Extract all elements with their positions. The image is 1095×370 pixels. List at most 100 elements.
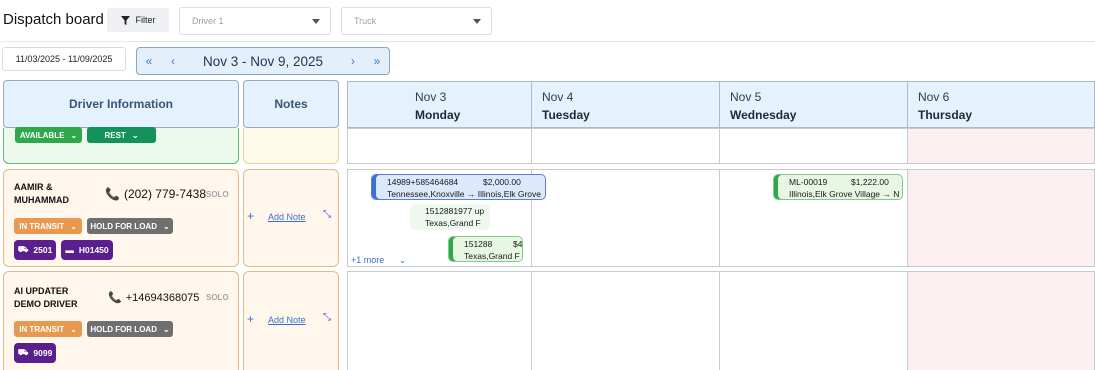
load-id: 151288 bbox=[464, 239, 493, 249]
date-range-input[interactable]: 11/03/2025 - 11/09/2025 bbox=[2, 47, 126, 71]
more-loads-label: +1 more bbox=[351, 255, 385, 265]
day-weekday: Wednesday bbox=[730, 108, 797, 122]
load-route: Illinois,Elk Grove Village → N bbox=[789, 189, 900, 199]
trailer-icon: ▬ bbox=[65, 245, 74, 255]
day-header: Nov 3 Monday bbox=[347, 81, 532, 128]
week-label: Nov 3 - Nov 9, 2025 bbox=[202, 53, 324, 69]
status-label: REST bbox=[104, 130, 126, 140]
status-label: HOLD FOR LOAD bbox=[90, 221, 157, 231]
day-header: Nov 5 Wednesday bbox=[719, 81, 908, 128]
chevron-down-icon bbox=[312, 18, 320, 24]
status-in-transit[interactable]: IN TRANSIT ⌄ bbox=[14, 218, 82, 234]
plus-icon[interactable]: + bbox=[247, 209, 254, 223]
schedule-cell[interactable] bbox=[347, 128, 532, 164]
driver-name: AAMIR & MUHAMMAD bbox=[14, 182, 69, 205]
status-label: HOLD FOR LOAD bbox=[90, 324, 157, 334]
truck-select[interactable]: Truck bbox=[341, 7, 492, 35]
load-amount: $4 bbox=[513, 239, 523, 249]
expand-icon[interactable]: ⤡ bbox=[323, 312, 331, 323]
day-date: Nov 3 bbox=[415, 90, 447, 104]
load-route: Texas,Grand F bbox=[464, 251, 520, 261]
week-navigator: « ‹ Nov 3 - Nov 9, 2025 › » bbox=[136, 47, 390, 75]
chevron-down-icon: ⌄ bbox=[162, 221, 170, 231]
status-hold-for-load[interactable]: HOLD FOR LOAD ⌄ bbox=[87, 218, 173, 234]
load-card[interactable]: 14989+585464684 $2,000.00 Tennessee,Knoxv… bbox=[371, 174, 546, 200]
status-hold-for-load[interactable]: HOLD FOR LOAD ⌄ bbox=[87, 321, 173, 337]
day-weekday: Monday bbox=[415, 108, 461, 122]
load-id: 14989+585464684 bbox=[387, 177, 459, 187]
chevron-down-icon: ⌄ bbox=[162, 324, 170, 334]
load-id: ML-00019 bbox=[789, 177, 828, 187]
chevron-down-icon: ⌄ bbox=[70, 221, 77, 231]
schedule-cell[interactable] bbox=[907, 169, 1095, 267]
driver-name: AI UPDATER DEMO DRIVER bbox=[14, 286, 78, 309]
trailer-number: H01450 bbox=[78, 245, 109, 255]
load-card[interactable]: 1512881977 up Texas,Grand F bbox=[410, 204, 490, 230]
phone-icon: 📞 bbox=[105, 187, 120, 201]
schedule-cell[interactable] bbox=[347, 271, 532, 370]
next-week-button[interactable]: › bbox=[341, 54, 365, 68]
schedule-cell[interactable] bbox=[531, 271, 720, 370]
truck-icon: ⛟ bbox=[17, 347, 29, 357]
load-amount: $1,222.00 bbox=[851, 177, 889, 187]
driver-phone[interactable]: 📞 (202) 779-7438 bbox=[105, 187, 206, 201]
status-label: IN TRANSIT bbox=[19, 221, 65, 231]
schedule-cell[interactable] bbox=[531, 169, 720, 267]
load-card[interactable]: 151288 $4 Texas,Grand F bbox=[448, 236, 523, 262]
chevron-down-icon: ⌄ bbox=[398, 255, 407, 265]
chevron-down-icon: ⌄ bbox=[70, 130, 78, 140]
add-note-link[interactable]: Add Note bbox=[268, 315, 306, 325]
day-weekday: Tuesday bbox=[542, 108, 590, 122]
driver-info-header: Driver Information bbox=[3, 80, 239, 128]
schedule-cell[interactable] bbox=[719, 128, 908, 164]
notes-header: Notes bbox=[243, 80, 339, 128]
phone-number: +14694368075 bbox=[125, 291, 200, 304]
phone-icon: 📞 bbox=[108, 292, 122, 304]
notes-cell bbox=[243, 128, 339, 164]
last-week-button[interactable]: » bbox=[365, 54, 389, 68]
status-in-transit[interactable]: IN TRANSIT ⌄ bbox=[14, 321, 82, 337]
chevron-down-icon: ⌄ bbox=[131, 130, 139, 140]
trailer-badge[interactable]: ▬ H01450 bbox=[61, 240, 113, 260]
day-header: Nov 4 Tuesday bbox=[531, 81, 720, 128]
schedule-cell[interactable] bbox=[907, 271, 1095, 370]
driver-type: SOLO bbox=[206, 190, 229, 199]
status-rest[interactable]: REST ⌄ bbox=[87, 127, 156, 143]
load-id: 1512881977 up bbox=[425, 206, 485, 216]
schedule-cell[interactable] bbox=[719, 271, 908, 370]
status-label: AVAILABLE bbox=[19, 130, 65, 140]
status-label: IN TRANSIT bbox=[19, 324, 65, 334]
prev-week-button[interactable]: ‹ bbox=[161, 54, 185, 68]
chevron-down-icon: ⌄ bbox=[70, 324, 77, 334]
truck-badge[interactable]: ⛟ 2501 bbox=[14, 240, 56, 260]
phone-number: (202) 779-7438 bbox=[123, 187, 207, 201]
truck-badge[interactable]: ⛟ 9099 bbox=[14, 343, 56, 363]
driver-phone[interactable]: 📞 +14694368075 bbox=[108, 291, 200, 305]
expand-icon[interactable]: ⤡ bbox=[323, 209, 331, 220]
first-week-button[interactable]: « bbox=[137, 54, 161, 68]
load-card[interactable]: ML-00019 $1,222.00 Illinois,Elk Grove Vil… bbox=[773, 174, 903, 200]
load-route: Tennessee,Knoxville → Illinois,Elk Grove bbox=[387, 189, 542, 199]
filter-button[interactable]: Filter bbox=[107, 8, 169, 32]
driver-select-value: Driver 1 bbox=[192, 16, 224, 26]
add-note-link[interactable]: Add Note bbox=[268, 212, 306, 222]
day-date: Nov 5 bbox=[730, 90, 762, 104]
more-loads-link[interactable]: +1 more ⌄ bbox=[351, 255, 406, 266]
status-available[interactable]: AVAILABLE ⌄ bbox=[15, 127, 82, 143]
schedule-cell[interactable] bbox=[531, 128, 720, 164]
schedule-cell[interactable] bbox=[907, 128, 1095, 164]
day-weekday: Thursday bbox=[918, 108, 973, 122]
chevron-down-icon bbox=[473, 18, 481, 24]
driver-select[interactable]: Driver 1 bbox=[179, 7, 331, 35]
plus-icon[interactable]: + bbox=[247, 312, 254, 326]
day-header: Nov 6 Thursday bbox=[907, 81, 1095, 128]
truck-select-value: Truck bbox=[354, 16, 377, 26]
day-date: Nov 4 bbox=[542, 90, 574, 104]
truck-number: 9099 bbox=[33, 348, 53, 358]
page-title: Dispatch board bbox=[3, 11, 104, 28]
load-route: Texas,Grand F bbox=[425, 218, 481, 228]
truck-number: 2501 bbox=[33, 245, 53, 255]
divider bbox=[0, 41, 1095, 42]
load-amount: $2,000.00 bbox=[483, 177, 521, 187]
filter-label: Filter bbox=[135, 15, 156, 25]
